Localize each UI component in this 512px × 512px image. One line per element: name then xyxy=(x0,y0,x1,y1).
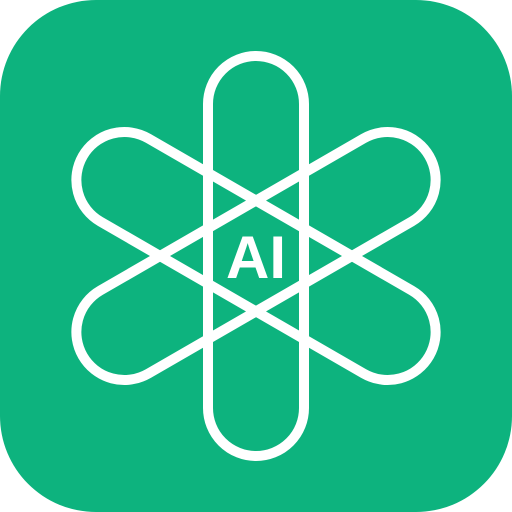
ai-label: AI xyxy=(226,224,286,291)
ai-logo-icon: AI xyxy=(0,0,512,512)
app-icon[interactable]: AI xyxy=(0,0,512,512)
